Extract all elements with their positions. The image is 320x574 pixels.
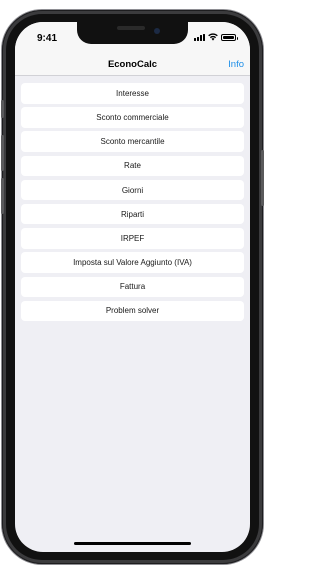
calculator-menu: Interesse Sconto commerciale Sconto merc… bbox=[21, 83, 244, 325]
page-title: EconoCalc bbox=[107, 59, 158, 70]
menu-item-irpef[interactable]: IRPEF bbox=[21, 228, 244, 249]
side-button bbox=[261, 150, 264, 206]
menu-item-problem-solver[interactable]: Problem solver bbox=[21, 300, 244, 322]
mute-switch bbox=[1, 100, 4, 118]
menu-item-iva[interactable]: Imposta sul Valore Aggiunto (IVA) bbox=[21, 252, 244, 273]
navigation-bar: EconoCalc Info bbox=[15, 50, 250, 76]
menu-item-sconto-commerciale[interactable]: Sconto commerciale bbox=[21, 107, 244, 128]
volume-down-button bbox=[1, 178, 4, 214]
front-camera bbox=[154, 28, 160, 34]
menu-item-sconto-mercantile[interactable]: Sconto mercantile bbox=[21, 131, 244, 152]
speaker-grille bbox=[117, 26, 145, 30]
status-icons bbox=[194, 33, 238, 41]
menu-item-interesse[interactable]: Interesse bbox=[21, 83, 244, 104]
menu-item-rate[interactable]: Rate bbox=[21, 155, 244, 177]
menu-item-giorni[interactable]: Giorni bbox=[21, 179, 244, 201]
home-indicator[interactable] bbox=[74, 542, 191, 545]
menu-item-riparti[interactable]: Riparti bbox=[21, 203, 244, 225]
battery-icon bbox=[221, 33, 238, 41]
notch bbox=[77, 22, 188, 44]
menu-item-fattura[interactable]: Fattura bbox=[21, 276, 244, 297]
cellular-signal-icon bbox=[194, 33, 205, 41]
wifi-icon bbox=[208, 33, 218, 41]
app-screen: 9:41 EconoCalc Info Interesse Sconto com… bbox=[15, 22, 250, 552]
status-time: 9:41 bbox=[37, 33, 58, 44]
info-button[interactable]: Info bbox=[228, 59, 244, 70]
volume-up-button bbox=[1, 135, 4, 171]
